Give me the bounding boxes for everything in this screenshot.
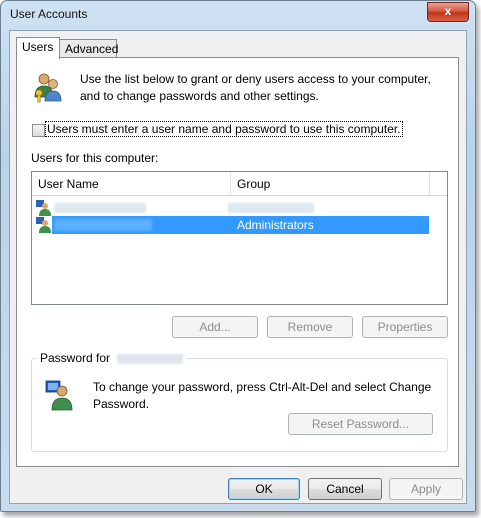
reset-password-button[interactable]: Reset Password... bbox=[288, 413, 433, 435]
title-bar[interactable]: User Accounts x bbox=[1, 1, 475, 29]
properties-button[interactable]: Properties bbox=[362, 316, 448, 338]
user-name-redacted bbox=[54, 219, 152, 231]
user-name-redacted bbox=[54, 203, 146, 213]
column-header-filler bbox=[430, 172, 447, 196]
users-list[interactable]: User Name Group Administrators bbox=[31, 171, 448, 305]
group-cell: Administrators bbox=[237, 218, 314, 232]
cancel-button[interactable]: Cancel bbox=[308, 478, 382, 500]
users-section-label: Users for this computer: bbox=[31, 151, 159, 165]
user-password-icon bbox=[45, 380, 73, 411]
tab-users-label: Users bbox=[22, 40, 54, 54]
column-header-user-name-label: User Name bbox=[38, 177, 99, 191]
column-header-user-name[interactable]: User Name bbox=[32, 172, 231, 196]
user-accounts-window: User Accounts x Users Advanced Use the l… bbox=[0, 0, 476, 512]
password-group-title: Password for bbox=[37, 351, 187, 365]
remove-user-button[interactable]: Remove bbox=[267, 316, 353, 338]
password-group-title-label: Password for bbox=[40, 351, 111, 365]
column-header-group-label: Group bbox=[237, 177, 271, 191]
tab-advanced[interactable]: Advanced bbox=[59, 39, 119, 58]
username-redacted bbox=[117, 353, 184, 364]
close-icon: x bbox=[444, 4, 452, 18]
table-row[interactable] bbox=[32, 199, 430, 217]
tab-advanced-label: Advanced bbox=[65, 42, 119, 56]
add-user-button[interactable]: Add... bbox=[172, 316, 258, 338]
column-header-group[interactable]: Group bbox=[231, 172, 430, 196]
users-keys-icon bbox=[34, 73, 62, 103]
ok-button[interactable]: OK bbox=[228, 478, 300, 500]
user-icon bbox=[36, 200, 51, 216]
table-row-selected[interactable]: Administrators bbox=[32, 216, 430, 234]
tab-users[interactable]: Users bbox=[16, 37, 60, 59]
must-enter-password-checkbox[interactable] bbox=[32, 124, 45, 137]
apply-button[interactable]: Apply bbox=[389, 478, 463, 500]
password-instructions: To change your password, press Ctrl-Alt-… bbox=[93, 380, 432, 411]
window-title: User Accounts bbox=[10, 7, 88, 21]
user-icon bbox=[36, 217, 51, 233]
intro-text: Use the list below to grant or deny user… bbox=[80, 72, 431, 103]
must-enter-password-label[interactable]: Users must enter a user name and passwor… bbox=[45, 121, 403, 137]
close-button[interactable]: x bbox=[427, 2, 469, 22]
group-redacted bbox=[228, 203, 314, 213]
